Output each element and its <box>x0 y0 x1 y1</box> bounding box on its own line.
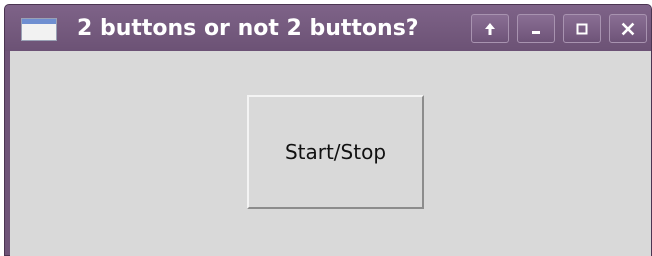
minimize-button[interactable] <box>517 14 555 43</box>
maximize-button[interactable] <box>563 14 601 43</box>
close-button[interactable] <box>609 14 647 43</box>
window-title: 2 buttons or not 2 buttons? <box>77 16 419 41</box>
app-window: 2 buttons or not 2 buttons? Start/Stop <box>4 4 652 256</box>
arrow-up-icon <box>485 22 495 35</box>
start-stop-button[interactable]: Start/Stop <box>247 95 424 209</box>
minimize-icon <box>532 30 540 34</box>
shade-button[interactable] <box>471 14 509 43</box>
window-icon[interactable] <box>21 18 57 41</box>
maximize-icon <box>576 23 588 34</box>
close-icon <box>621 22 635 35</box>
client-area: Start/Stop <box>10 51 651 256</box>
title-bar[interactable]: 2 buttons or not 2 buttons? <box>5 5 651 51</box>
